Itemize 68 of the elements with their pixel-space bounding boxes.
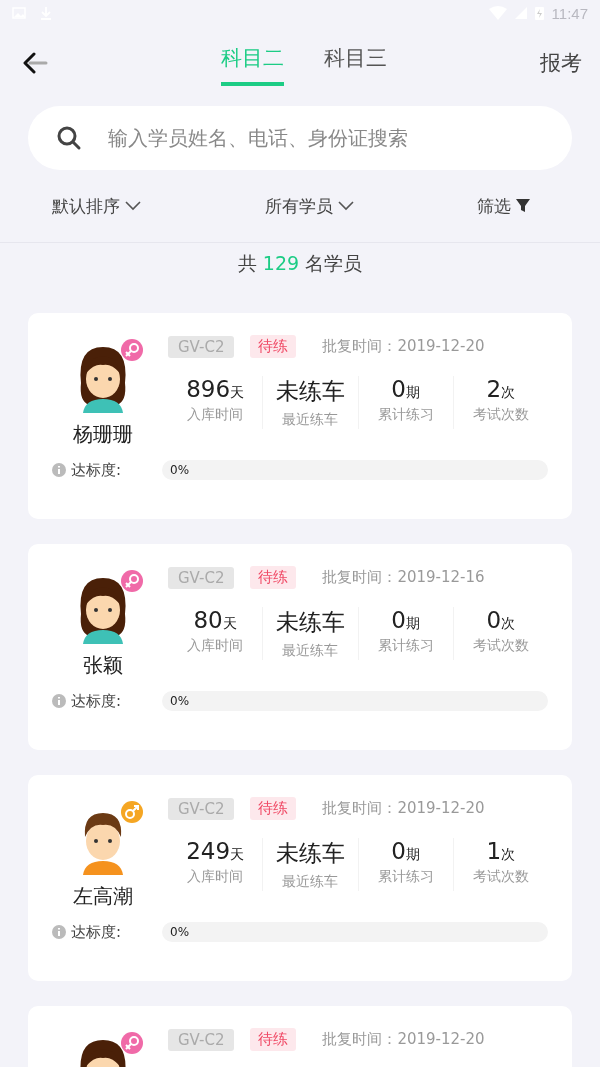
status-tag: 待练 [250,1028,297,1051]
stat-label: 入库时间 [186,637,245,655]
student-card[interactable]: 左高潮 GV-C2 待练 批复时间：2019-12-20 249天 入库时间 未练车 最近练车 0期 累计练习 1次 考试次数 达标度: 0% [28,775,572,981]
male-symbol-icon [121,801,143,823]
register-exam-button[interactable]: 报考 [540,49,582,77]
search-field[interactable]: 输入学员姓名、电话、身份证搜索 [28,106,572,170]
female-symbol-icon [121,339,143,361]
stat-value: 0期 [390,607,421,633]
stat-value: 1次 [485,838,517,864]
progress-label: 达标度: [71,922,122,942]
subject-tab[interactable]: 科目三 [324,40,387,86]
license-tag: GV-C2 [168,797,235,820]
female-symbol-icon [121,1032,143,1054]
stat-value: 896天 [185,376,246,402]
filter-icon [516,199,530,213]
stat-label: 入库时间 [186,868,245,886]
stat-label: 考试次数 [471,406,530,424]
stat-value: 0期 [390,838,421,864]
filter-dropdown[interactable]: 所有学员 [264,194,354,218]
approval-time: 批复时间：2019-12-20 [322,1030,485,1049]
stat-value: 未练车 [274,839,346,868]
info-icon [52,463,66,477]
stat-label: 考试次数 [471,637,530,655]
progress-reading: 0% [170,925,190,939]
status-tag: 待练 [250,797,297,820]
progress-reading: 0% [170,463,190,477]
stat-value: 未练车 [274,608,346,637]
approval-time: 批复时间：2019-12-16 [322,568,485,587]
student-count: 共 129 名学员 [236,251,364,276]
stat-value: 2次 [485,376,517,402]
stat-value: 249天 [185,838,246,864]
student-name: 张颖 [83,652,123,679]
progress-label: 达标度: [71,691,122,711]
student-name: 杨珊珊 [73,421,133,448]
student-card[interactable]: 杨珊珊 GV-C2 待练 批复时间：2019-12-20 896天 入库时间 未练车 最近练车 0期 累计练习 2次 考试次数 达标度: 0% [28,313,572,519]
student-card[interactable]: 张颖 GV-C2 待练 批复时间：2019-12-16 80 天 入库时间 未练车 最近练车 0期 累计练习 0次 考试次数 达标度: 0% [28,544,572,750]
progress-reading: 0% [170,694,190,708]
info-icon [52,925,66,939]
info-icon [52,694,66,708]
status-time: 11:47 [551,4,588,22]
license-tag: GV-C2 [168,566,235,589]
filter-dropdown[interactable]: 默认排序 [52,194,141,218]
stat-label: 考试次数 [471,868,530,886]
license-tag: GV-C2 [168,335,235,358]
filter-dropdown[interactable]: 筛选 [477,194,530,218]
stat-value: 0次 [485,607,517,633]
stat-label: 累计练习 [376,637,435,655]
stat-label: 累计练习 [376,868,435,886]
stat-label: 入库时间 [186,406,245,424]
stat-value: 80 天 [192,607,238,633]
license-tag: GV-C2 [168,1028,235,1051]
approval-time: 批复时间：2019-12-20 [322,337,485,356]
stat-value: 未练车 [274,377,346,406]
stat-label: 最近练车 [281,642,340,660]
stat-label: 最近练车 [281,873,340,891]
stat-label: 累计练习 [376,406,435,424]
stat-value: 0期 [390,376,421,402]
student-name: 左高潮 [73,883,133,910]
status-tag: 待练 [250,566,297,589]
approval-time: 批复时间：2019-12-20 [322,799,485,818]
female-symbol-icon [121,570,143,592]
battery-icon [534,6,544,20]
search-icon [56,125,82,151]
progress-label: 达标度: [71,460,122,480]
chevron-down-icon [337,201,354,211]
chevron-down-icon [125,201,141,211]
stat-label: 最近练车 [281,411,340,429]
status-tag: 待练 [250,335,297,358]
